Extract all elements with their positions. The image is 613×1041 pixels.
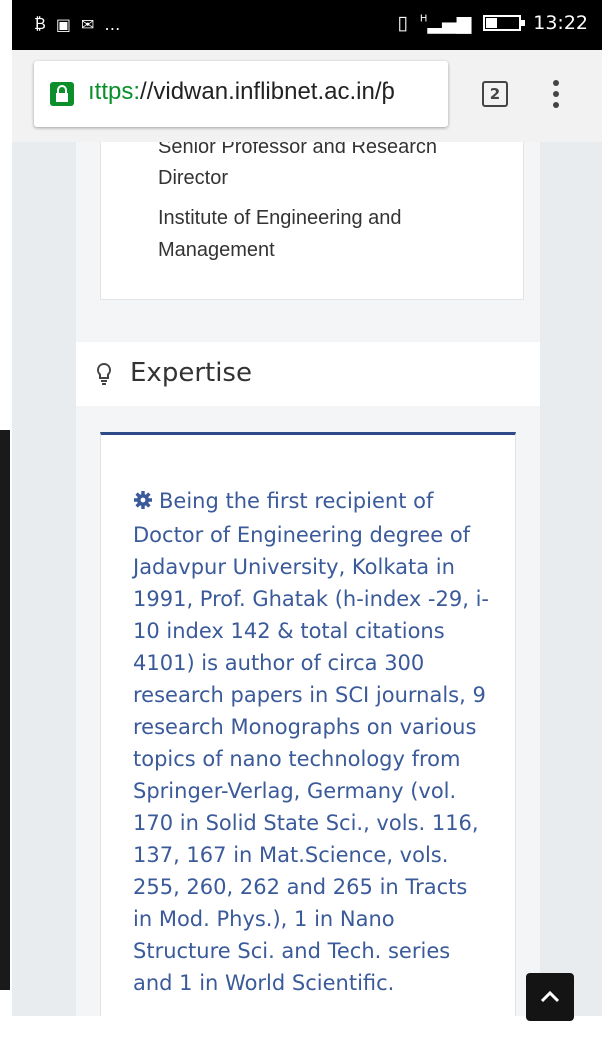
affiliation-card: Senior Professor and Research Director I…: [100, 142, 524, 300]
url-text: ıttps://vidwan.inflibnet.ac.in/ƥ: [88, 78, 395, 106]
battery-icon: [483, 15, 526, 31]
mail-icon: ✉: [80, 14, 95, 34]
status-left-icons: ₿ ▣ ✉ …: [34, 14, 120, 34]
profile-column: Senior Professor and Research Director I…: [76, 142, 540, 1016]
vibrate-icon: ▯: [397, 12, 408, 34]
signal-icon: H▂▄▆: [419, 12, 472, 34]
expertise-card: Being the first recipient of Doctor of E…: [100, 432, 516, 1016]
clock: 13:22: [533, 12, 588, 34]
right-margin: [602, 0, 613, 1041]
designation-line-2: Director: [158, 167, 229, 189]
data-icon: ₿: [34, 14, 46, 33]
signal-type: H: [419, 13, 428, 25]
expertise-text: Being the first recipient of Doctor of E…: [133, 489, 489, 995]
gear-icon: [133, 487, 153, 519]
status-right-icons: ▯ H▂▄▆ 13:22: [397, 12, 588, 34]
more-icon: …: [104, 14, 121, 34]
bottom-margin: [0, 1016, 613, 1041]
expertise-header: Expertise: [76, 342, 540, 406]
status-bar: ₿ ▣ ✉ … ▯ H▂▄▆ 13:22: [12, 0, 602, 50]
address-bar[interactable]: ıttps://vidwan.inflibnet.ac.in/ƥ: [34, 61, 448, 127]
phone-screen: ₿ ▣ ✉ … ▯ H▂▄▆ 13:22 ıttps://vidwan.infl…: [12, 0, 602, 1016]
url-scheme: ıttps:: [88, 78, 141, 105]
page-content: Senior Professor and Research Director I…: [12, 142, 602, 1016]
tab-switcher-button[interactable]: 2: [482, 81, 508, 107]
browser-toolbar: ıttps://vidwan.inflibnet.ac.in/ƥ 2: [12, 50, 602, 142]
scroll-to-top-button[interactable]: [526, 973, 574, 1021]
lock-icon: [50, 82, 74, 106]
institution-line-2: Management: [158, 239, 275, 261]
lightbulb-icon: [96, 362, 112, 391]
battery-fill: [486, 18, 498, 28]
expertise-description: Being the first recipient of Doctor of E…: [133, 485, 493, 999]
chevron-up-icon: [540, 990, 560, 1003]
image-icon: ▣: [55, 14, 71, 34]
url-host: //vidwan.inflibnet.ac.in/ƥ: [140, 78, 395, 105]
left-shadow: [0, 430, 10, 990]
designation-line-1: Senior Professor and Research: [158, 142, 438, 158]
overflow-menu-icon[interactable]: [550, 80, 562, 110]
institution-line-1: Institute of Engineering and: [158, 207, 402, 229]
expertise-title: Expertise: [130, 358, 252, 388]
